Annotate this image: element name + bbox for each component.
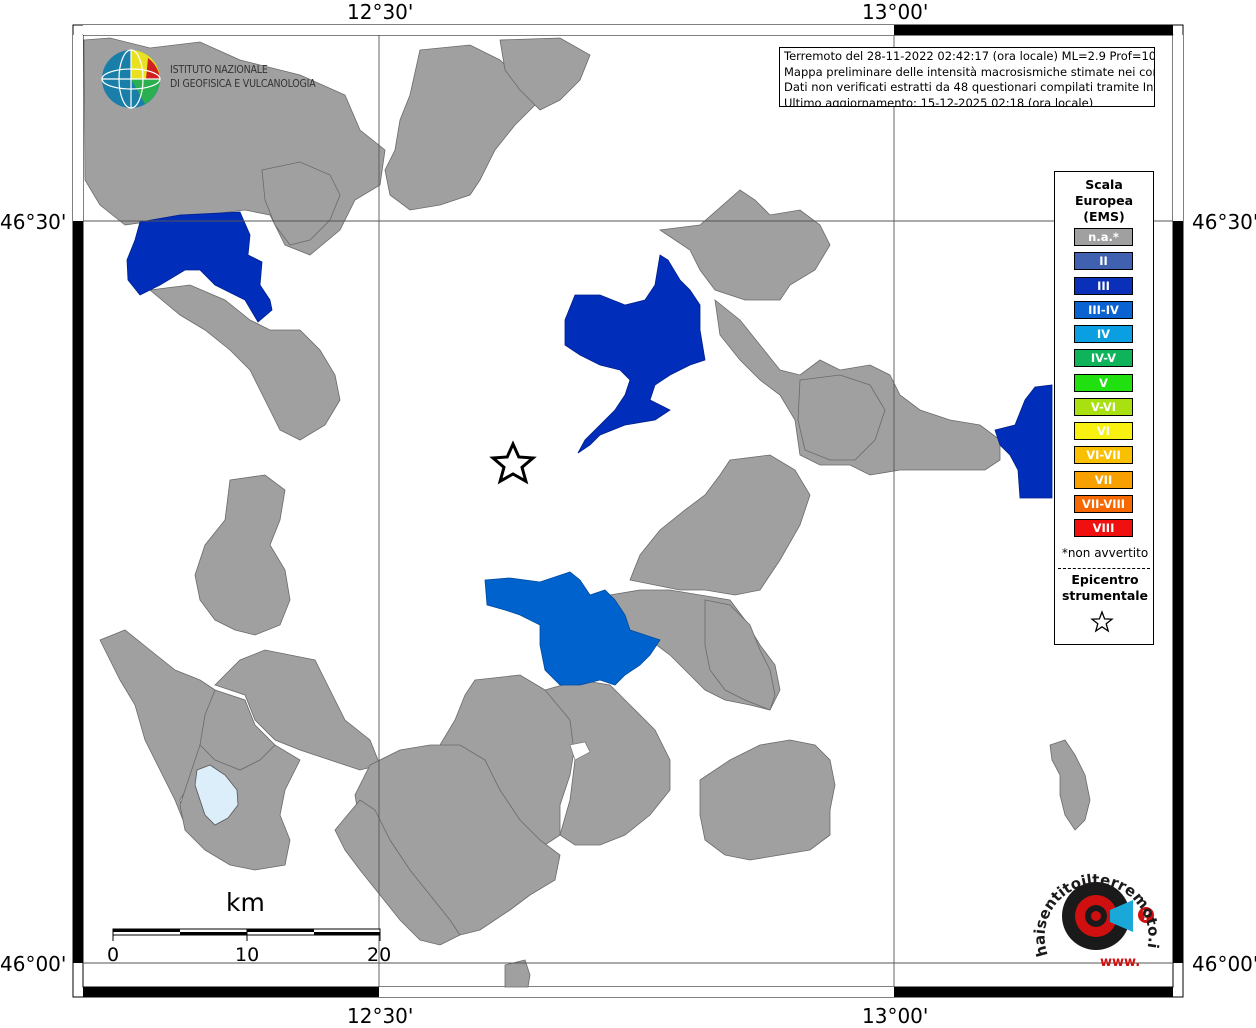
legend-swatch-v-vi: V-VI — [1074, 397, 1133, 416]
ems-legend: Scala Europea (EMS) n.a.* II III III-IV IV IV… — [1054, 171, 1154, 645]
lat-label-left-1: 46°30' — [0, 210, 67, 234]
ingv-name-line1: ISTITUTO NAZIONALE — [170, 64, 268, 76]
legend-swatch-iv: IV — [1074, 325, 1133, 343]
lat-label-right-2: 46°00' — [1192, 952, 1256, 976]
legend-swatch-viii: VIII — [1074, 519, 1133, 537]
lat-label-left-2: 46°00' — [0, 952, 67, 976]
legend-title-line: Europea — [1074, 193, 1134, 208]
scale-bar-tick-20: 20 — [367, 944, 392, 966]
legend-epicenter-title: Epicentro strumentale — [1055, 572, 1155, 604]
legend-not-felt-note: *non avvertito — [1061, 546, 1149, 560]
legend-swatch-iii: III — [1074, 276, 1133, 295]
ingv-name-line2: DI GEOFISICA E VULCANOLOGIA — [170, 78, 316, 90]
legend-swatch-na: n.a.* — [1074, 228, 1133, 246]
legend-swatch-vii-viii: VII-VIII — [1074, 494, 1133, 513]
haisentito-www: www. — [1100, 955, 1140, 970]
legend-epicenter-line: Epicentro — [1071, 572, 1139, 587]
legend-swatch-v: V — [1074, 373, 1133, 392]
scale-bar-tick-10: 10 — [235, 944, 260, 966]
scale-bar-unit: km — [226, 888, 265, 917]
legend-swatch-vii: VII — [1074, 470, 1133, 489]
scale-bar-tick-0: 0 — [107, 944, 120, 966]
data-source-line: Dati non verificati estratti da 48 quest… — [784, 80, 1155, 94]
legend-epicenter-line: strumentale — [1061, 588, 1149, 603]
lat-label-right-1: 46°30' — [1192, 210, 1256, 234]
haisentito-logo: ? haisentitoilterremoto.it www. — [1030, 860, 1163, 970]
ingv-globe-logo — [101, 49, 161, 109]
legend-title: Scala Europea (EMS) — [1055, 177, 1153, 225]
legend-swatch-vi: VI — [1074, 422, 1133, 440]
lon-label-bottom-2: 13°00' — [862, 1004, 929, 1028]
lon-label-top-1: 12°30' — [347, 0, 414, 24]
last-update-line: Ultimo aggiornamento: 15-12-2025 02:18 (… — [784, 95, 1094, 107]
legend-swatch-iv-v: IV-V — [1074, 349, 1133, 368]
ingv-name: ISTITUTO NAZIONALE DI GEOFISICA E VULCAN… — [170, 63, 316, 91]
municipality-s5 — [504, 959, 531, 988]
lon-label-top-2: 13°00' — [862, 0, 929, 24]
event-info-line: Terremoto del 28-11-2022 02:42:17 (ora l… — [784, 49, 1155, 63]
legend-swatch-vi-vii: VI-VII — [1074, 446, 1133, 465]
legend-swatch-iii-iv: III-IV — [1074, 300, 1133, 319]
legend-title-line: Scala — [1085, 177, 1123, 192]
legend-title-line: (EMS) — [1083, 209, 1125, 224]
lon-label-bottom-1: 12°30' — [347, 1004, 414, 1028]
legend-swatch-ii: II — [1074, 252, 1133, 271]
event-info-box: Terremoto del 28-11-2022 02:42:17 (ora l… — [779, 47, 1155, 107]
legend-epicenter-star-icon — [1090, 610, 1114, 633]
map-description-line: Mappa preliminare delle intensità macros… — [784, 64, 1155, 79]
legend-separator — [1058, 568, 1150, 569]
